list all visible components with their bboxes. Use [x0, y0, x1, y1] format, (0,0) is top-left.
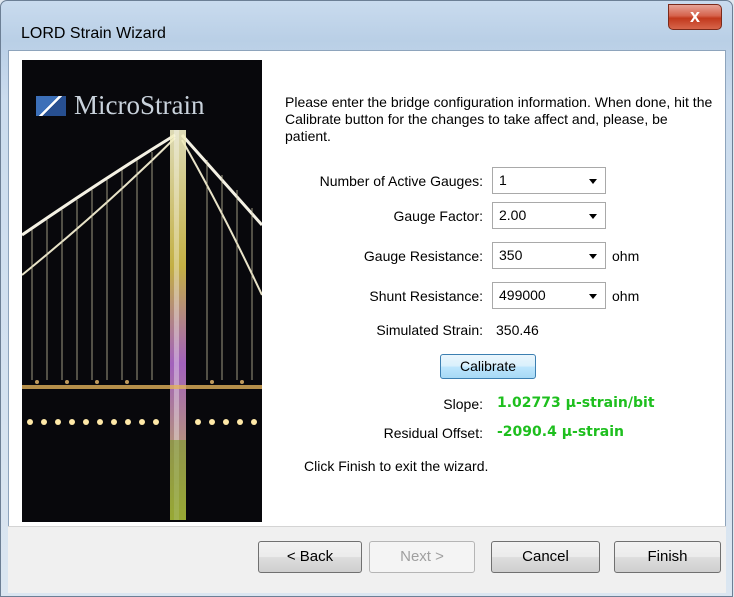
chevron-down-icon [589, 214, 597, 219]
calibrate-button[interactable]: Calibrate [440, 354, 536, 379]
chevron-down-icon [589, 254, 597, 259]
close-icon: x [689, 6, 700, 26]
shunt-resistance-combobox[interactable]: 499000 [492, 282, 606, 309]
microstrain-logo: MicroStrain [36, 90, 204, 121]
simulated-strain-value: 350.46 [496, 322, 539, 338]
intro-text: Please enter the bridge configuration in… [285, 94, 713, 144]
microstrain-logo-icon [36, 95, 66, 116]
finish-button[interactable]: Finish [614, 541, 721, 573]
gauge-factor-value: 2.00 [499, 207, 527, 223]
residual-offset-label: Residual Offset: [383, 425, 483, 441]
title-bar: LORD Strain Wizard [1, 1, 732, 51]
gauge-factor-combobox[interactable]: 2.00 [492, 202, 606, 229]
active-gauges-combobox[interactable]: 1 [492, 167, 606, 194]
shunt-resistance-label: Shunt Resistance: [369, 288, 483, 304]
window-title: LORD Strain Wizard [21, 25, 166, 42]
gauge-resistance-value: 350 [499, 247, 523, 263]
back-button[interactable]: < Back [258, 541, 362, 573]
slope-label: Slope: [443, 396, 483, 412]
active-gauges-value: 1 [499, 172, 507, 188]
gauge-resistance-label: Gauge Resistance: [363, 248, 483, 264]
slope-value: 1.02773 µ-strain/bit [497, 395, 655, 411]
gauge-resistance-unit: ohm [612, 248, 640, 264]
active-gauges-label: Number of Active Gauges: [319, 173, 483, 189]
shunt-resistance-value: 499000 [499, 287, 546, 303]
logo-text: MicroStrain [74, 90, 205, 120]
chevron-down-icon [589, 179, 597, 184]
gauge-factor-label: Gauge Factor: [393, 208, 484, 224]
residual-offset-value: -2090.4 µ-strain [497, 424, 624, 440]
cancel-button[interactable]: Cancel [491, 541, 600, 573]
finish-hint-text: Click Finish to exit the wizard. [304, 458, 489, 474]
bridge-illustration [22, 60, 262, 522]
next-button[interactable]: Next > [369, 541, 475, 573]
close-button[interactable]: x [668, 4, 722, 30]
simulated-strain-label: Simulated Strain: [376, 322, 483, 338]
shunt-resistance-unit: ohm [612, 288, 640, 304]
gauge-resistance-combobox[interactable]: 350 [492, 242, 606, 269]
bridge-image: MicroStrain [22, 60, 262, 522]
chevron-down-icon [589, 294, 597, 299]
